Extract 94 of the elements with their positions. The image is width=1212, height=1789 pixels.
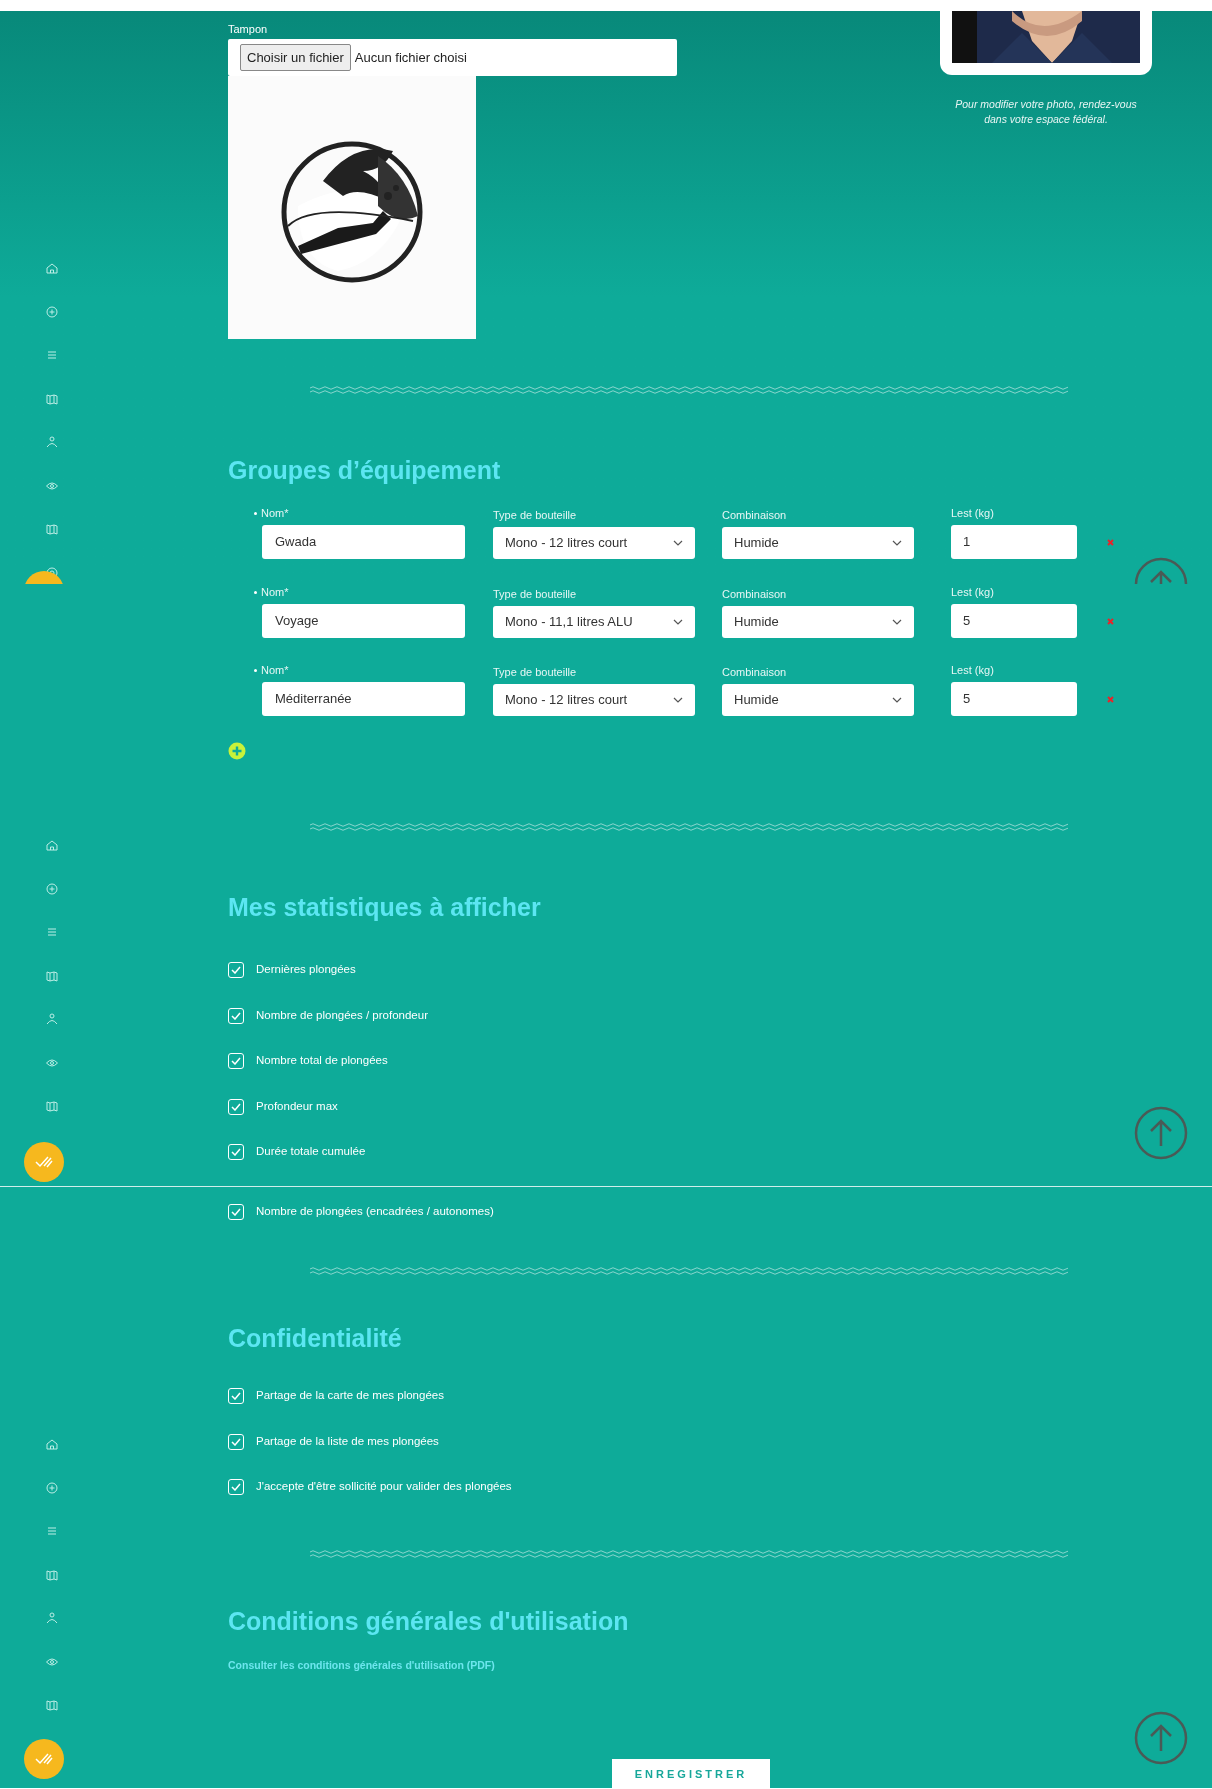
field-label: Combinaison [722,588,787,601]
field-label: Lest (kg) [951,586,994,599]
field-label: Lest (kg) [951,507,994,520]
section-heading: Confidentialité [228,1323,403,1353]
weight-field[interactable]: 5 [951,604,1077,638]
home-icon[interactable] [45,838,59,852]
field-label: Type de bouteille [493,588,577,601]
chevron-icon [892,619,902,625]
check-icon [231,1057,241,1065]
list-icon[interactable] [45,348,59,362]
field-label: Nom* [261,586,289,599]
checkbox[interactable] [228,1144,244,1160]
list-icon[interactable] [45,925,59,939]
add-icon[interactable] [228,742,246,760]
map-icon[interactable] [45,522,59,536]
checkbox-label: Durée totale cumulée [256,1144,366,1160]
section-heading: Conditions générales d'utilisation [228,1606,630,1636]
checkbox[interactable] [228,1007,244,1024]
plus-circle-icon[interactable] [45,304,59,319]
checkbox-label: Nombre de plongées / profondeur [256,1007,428,1023]
checkbox[interactable] [228,962,244,978]
map-icon[interactable] [45,968,59,983]
checkbox[interactable] [228,1479,244,1495]
name-field[interactable]: Méditerranée [262,682,465,716]
check-button[interactable] [24,1142,64,1182]
check-icon [231,1392,241,1400]
suit-select[interactable]: Humide [722,684,914,716]
scroll-top-button[interactable] [1134,1711,1188,1765]
choose-file-button[interactable]: Choisir un fichier [240,43,351,72]
map-icon[interactable] [45,1567,59,1582]
suit-select[interactable]: Humide [722,606,914,638]
bottle-select[interactable]: Mono - 12 litres court [493,684,695,716]
weight-field[interactable]: 1 [951,525,1077,559]
photo-caption: Pour modifier votre photo, rendez-vous dans votre espace fédéral. [954,97,1138,127]
checkbox[interactable] [228,1204,244,1220]
checkbox-label: Profondeur max [256,1098,338,1114]
check-icon [34,1155,54,1169]
suit-select[interactable]: Humide [722,527,914,559]
remove-icon[interactable] [1107,617,1114,625]
checkbox-label: J'accepte d'être sollicité pour valider des plongées [256,1479,512,1495]
file-input[interactable]: Choisir un fichier Aucun fichier choisi [228,39,677,76]
checkbox-label: Nombre de plongées (encadrées / autonomes) [256,1204,494,1220]
check-icon [231,1483,241,1491]
remove-icon[interactable] [1107,695,1114,703]
map-icon[interactable] [45,1099,59,1113]
checkbox-label: Dernières plongées [256,962,356,978]
field-label: Nom* [261,507,289,520]
user-icon[interactable] [45,1611,59,1625]
weight-field[interactable]: 5 [951,682,1077,716]
check-icon [231,966,241,974]
remove-icon[interactable] [1107,538,1114,546]
check-icon [231,1208,241,1216]
plus-circle-icon[interactable] [45,881,59,896]
checkbox-label: Partage de la carte de mes plongées [256,1388,444,1404]
home-icon[interactable] [45,261,59,275]
chevron-icon [673,540,683,546]
name-field[interactable]: Gwada [262,525,465,559]
name-field[interactable]: Voyage [262,604,465,638]
home-icon[interactable] [45,1437,59,1451]
section-heading: Groupes d’équipement [228,455,502,485]
checkbox-label: Nombre total de plongées [256,1053,388,1069]
field-label: Type de bouteille [493,666,577,679]
chevron-icon [892,540,902,546]
field-label: Lest (kg) [951,664,994,677]
user-icon[interactable] [45,435,59,449]
field-label: Combinaison [722,509,787,522]
file-status: Aucun fichier choisi [354,48,467,67]
field-label: Tampon [228,23,268,36]
bottle-select[interactable]: Mono - 12 litres court [493,527,695,559]
checkbox[interactable] [228,1433,244,1450]
bottle-select[interactable]: Mono - 11,1 litres ALU [493,606,695,638]
check-icon [34,1752,54,1766]
map-icon[interactable] [45,1698,59,1712]
field-label: Type de bouteille [493,509,577,522]
checkbox[interactable] [228,1053,244,1069]
chevron-icon [673,619,683,625]
section-heading: Mes statistiques à afficher [228,892,542,922]
map-icon[interactable] [45,391,59,406]
chevron-icon [673,697,683,703]
plus-circle-icon[interactable] [45,1480,59,1495]
user-icon[interactable] [45,1012,59,1026]
list-icon[interactable] [45,1524,59,1538]
check-icon [231,1102,241,1111]
field-label: Combinaison [722,666,787,679]
checkbox-label: Partage de la liste de mes plongées [256,1433,439,1449]
check-icon [231,1148,241,1156]
checkbox[interactable] [228,1098,244,1115]
field-label: Nom* [261,664,289,677]
check-button[interactable] [24,1739,64,1779]
check-icon [231,1437,241,1446]
scroll-top-button[interactable] [1134,1106,1188,1160]
chevron-icon [892,697,902,703]
checkbox[interactable] [228,1388,244,1404]
check-icon [231,1011,241,1020]
